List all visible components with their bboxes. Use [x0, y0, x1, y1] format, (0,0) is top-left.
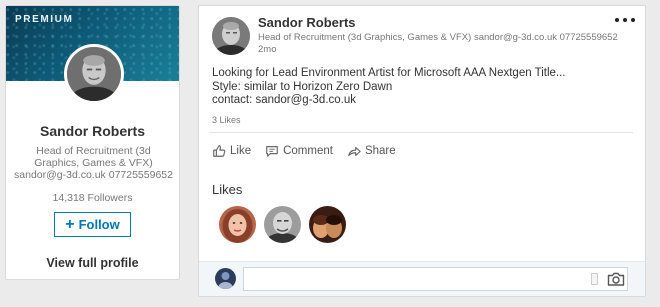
liker-avatar[interactable]: [219, 206, 256, 243]
post-line: Looking for Lead Environment Artist for …: [212, 67, 566, 79]
author-avatar[interactable]: [212, 17, 250, 55]
follow-button[interactable]: + Follow: [54, 212, 131, 237]
post-author-name[interactable]: Sandor Roberts: [258, 15, 356, 30]
comment-label: Comment: [283, 145, 333, 157]
share-icon: [348, 146, 361, 156]
likes-heading: Likes: [212, 182, 243, 197]
current-user-avatar: [215, 268, 236, 289]
more-options-icon[interactable]: [615, 14, 635, 26]
follower-count: 14,318 Followers: [52, 192, 133, 204]
divider: [209, 132, 633, 133]
post-line: Style: similar to Horizon Zero Dawn: [212, 80, 393, 93]
post-line: contact: sandor@g-3d.co.uk: [212, 94, 357, 106]
likes-avatars: [219, 206, 346, 243]
profile-avatar[interactable]: [64, 44, 124, 104]
comment-icon: [266, 146, 278, 157]
comment-input[interactable]: [243, 267, 628, 291]
liker-avatar[interactable]: [309, 206, 346, 243]
profile-card: PREMIUM Sandor Roberts Head of Recruitme…: [5, 5, 180, 280]
premium-label: PREMIUM: [15, 14, 74, 25]
profile-headline: Head of Recruitment (3d Graphics, Games …: [14, 145, 173, 181]
liker-avatar[interactable]: [264, 206, 301, 243]
post-author-headline: Head of Recruitment (3d Graphics, Games …: [258, 32, 618, 43]
comment-button[interactable]: Comment: [265, 144, 333, 158]
camera-icon[interactable]: [607, 271, 625, 287]
share-label: Share: [364, 145, 396, 157]
post-timestamp: 2mo: [258, 44, 277, 55]
comment-bar: [199, 261, 645, 296]
profile-name[interactable]: Sandor Roberts: [6, 123, 179, 139]
post-body: Looking for Lead Environment Artist for …: [212, 67, 565, 108]
like-button[interactable]: Like: [212, 144, 251, 158]
thumbs-up-icon: [213, 145, 226, 157]
share-button[interactable]: Share: [347, 144, 396, 158]
view-full-profile-link[interactable]: View full profile: [6, 256, 179, 270]
plus-icon: +: [65, 215, 75, 233]
input-scroll-handle: [591, 273, 598, 285]
like-count[interactable]: 3 Likes: [212, 115, 241, 125]
follow-label: Follow: [78, 217, 120, 232]
post-card: Sandor Roberts Head of Recruitment (3d G…: [198, 5, 646, 297]
like-label: Like: [230, 145, 252, 157]
post-actions: Like Comment Share: [212, 144, 396, 158]
